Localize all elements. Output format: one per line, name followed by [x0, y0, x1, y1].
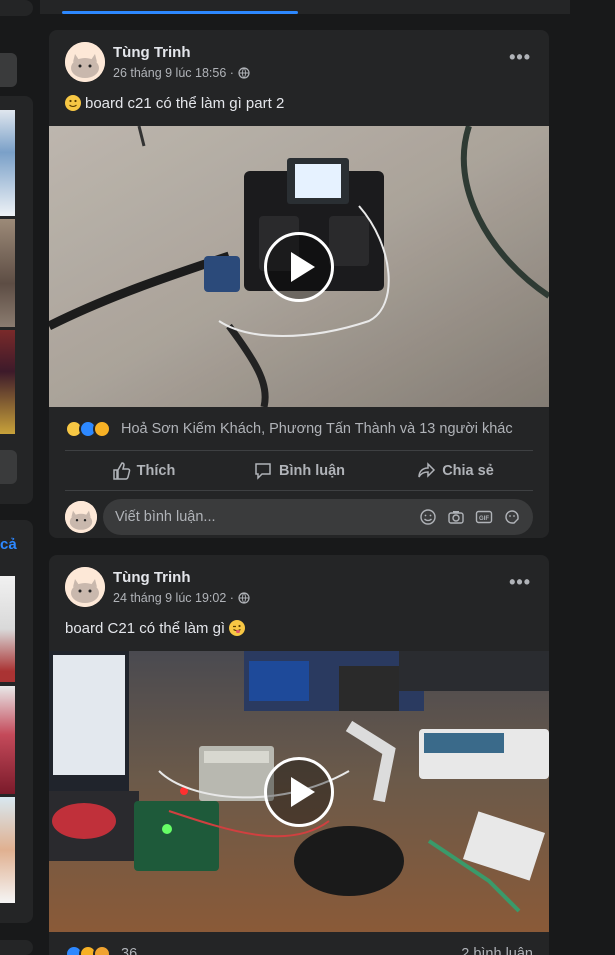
video-player[interactable]: [49, 651, 549, 932]
share-icon: [418, 461, 436, 478]
rail-button-1[interactable]: [0, 53, 17, 87]
post-header: Tùng Trinh 26 tháng 9 lúc 18:56 · •••: [49, 30, 549, 88]
author-name[interactable]: Tùng Trinh: [113, 569, 190, 586]
rail-button-2[interactable]: [0, 450, 17, 484]
post-text: board C21 có thể làm gì: [49, 613, 549, 651]
comment-button[interactable]: Bình luận: [221, 454, 377, 488]
more-options-icon[interactable]: •••: [509, 47, 531, 68]
gif-icon[interactable]: GIF: [475, 508, 493, 526]
rail-thumbnail-6[interactable]: [0, 797, 15, 903]
video-player[interactable]: [49, 126, 549, 407]
camera-icon[interactable]: [447, 508, 465, 526]
active-tab-indicator: [62, 11, 298, 14]
comment-icon: [255, 462, 271, 480]
emoji-icon[interactable]: [419, 508, 437, 526]
feed-tab-bar: [40, 0, 570, 14]
author-avatar[interactable]: [65, 42, 105, 82]
timestamp-text[interactable]: 24 tháng 9 lúc 19:02 ·: [113, 591, 234, 605]
rail-card-top: [0, 0, 33, 16]
share-label: Chia sẻ: [442, 462, 494, 479]
reaction-count[interactable]: 36: [121, 946, 137, 955]
post-card: Tùng Trinh 24 tháng 9 lúc 19:02 · ••• bo…: [49, 555, 549, 955]
play-icon: [291, 252, 315, 282]
rail-thumbnail-5[interactable]: [0, 686, 15, 794]
author-avatar[interactable]: [65, 567, 105, 607]
sticker-icon[interactable]: [503, 508, 521, 526]
rail-card-bottom: [0, 940, 33, 955]
post-text-content: board C21 có thể làm gì: [65, 619, 226, 637]
slightly-smiling-face-icon: [65, 95, 81, 111]
svg-text:GIF: GIF: [479, 516, 489, 522]
post-card: Tùng Trinh 26 tháng 9 lúc 18:56 · ••• bo…: [49, 30, 549, 538]
reaction-icons[interactable]: [65, 419, 111, 438]
see-all-link[interactable]: cả: [0, 536, 17, 553]
more-options-icon[interactable]: •••: [509, 572, 531, 593]
comment-composer: GIF: [49, 491, 549, 538]
wow-reaction-icon: [93, 419, 111, 438]
care-reaction-icon: [93, 945, 111, 955]
like-label: Thích: [136, 462, 176, 479]
reactions-summary[interactable]: Hoả Sơn Kiếm Khách, Phương Tấn Thành và …: [65, 407, 533, 451]
share-button[interactable]: Chia sẻ: [377, 454, 533, 488]
comment-tools: GIF: [419, 508, 521, 526]
play-button[interactable]: [264, 232, 334, 302]
post-text: board c21 có thể làm gì part 2: [49, 88, 549, 126]
reaction-names[interactable]: Hoả Sơn Kiếm Khách, Phương Tấn Thành và …: [121, 421, 513, 437]
comments-count-link[interactable]: 2 bình luận: [461, 946, 533, 955]
rail-thumbnail-3[interactable]: [0, 330, 15, 434]
comment-box[interactable]: GIF: [103, 499, 533, 535]
reaction-icons[interactable]: [65, 945, 111, 955]
post-timestamp[interactable]: 26 tháng 9 lúc 18:56 ·: [113, 66, 250, 80]
reactions-summary[interactable]: 36 2 bình luận: [65, 932, 533, 955]
comment-input[interactable]: [115, 509, 419, 525]
comment-label: Bình luận: [278, 462, 346, 479]
current-user-avatar[interactable]: [65, 501, 97, 533]
author-name[interactable]: Tùng Trinh: [113, 44, 190, 61]
play-button[interactable]: [264, 757, 334, 827]
like-icon: [112, 461, 130, 480]
left-rail: cả: [0, 0, 33, 955]
post-actions: Thích Bình luận Chia sẻ: [65, 451, 533, 491]
like-button[interactable]: Thích: [65, 454, 221, 488]
rail-thumbnail-4[interactable]: [0, 576, 15, 682]
post-text-content: board c21 có thể làm gì part 2: [85, 94, 285, 112]
post-timestamp[interactable]: 24 tháng 9 lúc 19:02 ·: [113, 591, 250, 605]
globe-icon: [238, 67, 250, 79]
post-header: Tùng Trinh 24 tháng 9 lúc 19:02 · •••: [49, 555, 549, 613]
globe-icon: [238, 592, 250, 604]
winking-tongue-face-icon: [229, 620, 246, 636]
timestamp-text[interactable]: 26 tháng 9 lúc 18:56 ·: [113, 66, 234, 80]
play-icon: [291, 777, 315, 807]
rail-thumbnail-2[interactable]: [0, 219, 15, 327]
rail-thumbnail-1[interactable]: [0, 110, 15, 216]
